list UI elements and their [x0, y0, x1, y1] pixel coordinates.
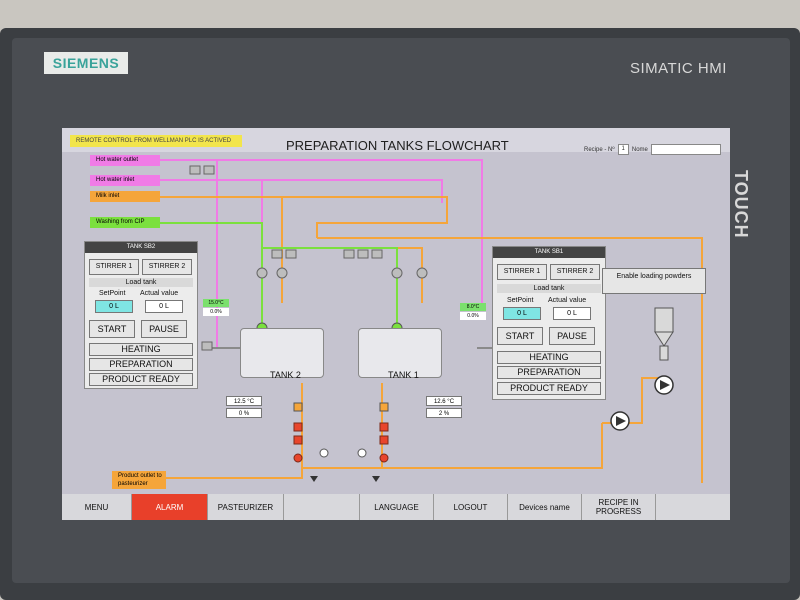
hmi-screen: REMOTE CONTROL FROM WELLMAN PLC IS ACTIV… — [62, 128, 730, 520]
valve-icon — [201, 341, 213, 351]
start-button[interactable]: START — [89, 320, 135, 338]
hopper-icon — [654, 307, 674, 333]
tank-2-label: TANK 2 — [270, 370, 301, 380]
valve-icon — [276, 267, 288, 279]
devices-name-button[interactable]: Devices name — [508, 494, 582, 520]
model-label: SIMATIC HMI — [630, 60, 727, 77]
tank-2-temperature: 12.5 °C — [226, 396, 262, 406]
red-valve-icon — [379, 435, 389, 445]
valve-icon — [371, 249, 383, 259]
valve-icon — [391, 267, 403, 279]
heating-button[interactable]: HEATING — [89, 343, 193, 356]
milk-inlet-pipe — [158, 196, 448, 238]
pump-return-pipe — [382, 423, 603, 469]
start-button[interactable]: START — [497, 327, 543, 345]
hot-water-inlet-pipe — [158, 179, 443, 203]
valve-icon — [256, 267, 268, 279]
tank-1-level: 2 % — [426, 408, 462, 418]
menu-button[interactable]: MENU — [62, 494, 132, 520]
actual-value-label: Actual value — [548, 297, 587, 304]
product-outlet-tag: Product outlet to pasteurizer — [112, 471, 166, 489]
bottom-nav: MENU ALARM PASTEURIZER LANGUAGE LOGOUT D… — [62, 494, 730, 520]
panel-title: TANK SB2 — [85, 242, 197, 253]
pump-pipe — [602, 377, 662, 424]
valve-icon — [379, 402, 389, 412]
logout-button[interactable]: LOGOUT — [434, 494, 508, 520]
stirrer2-button[interactable]: STIRRER 2 — [142, 259, 192, 275]
hot-water-inlet-tag: Hot water inlet — [90, 175, 160, 186]
sample-valve-icon — [319, 448, 329, 458]
pause-button[interactable]: PAUSE — [141, 320, 187, 338]
valve-icon — [357, 249, 369, 259]
panel-title: TANK SB1 — [493, 247, 605, 258]
heating-button[interactable]: HEATING — [497, 351, 601, 364]
tank-2-level: 0 % — [226, 408, 262, 418]
product-ready-button[interactable]: PRODUCT READY — [89, 373, 193, 386]
preparation-button[interactable]: PREPARATION — [89, 358, 193, 371]
actual-value-field: 0 L — [145, 300, 183, 313]
empty-nav-slot — [284, 494, 360, 520]
red-valve-icon — [379, 422, 389, 432]
red-valve-icon — [293, 422, 303, 432]
load-tank-label: Load tank — [497, 284, 601, 293]
left-cip-temperature: 15.0°C — [203, 299, 229, 307]
valve-icon — [293, 402, 303, 412]
sample-valve-icon — [357, 448, 367, 458]
pause-button[interactable]: PAUSE — [549, 327, 595, 345]
red-valve-icon — [293, 435, 303, 445]
hopper-cone-icon — [654, 331, 674, 347]
drain-arrow-icon — [310, 476, 318, 482]
valve-icon — [271, 249, 283, 259]
touch-label: TOUCH — [731, 170, 751, 239]
stirrer2-button[interactable]: STIRRER 2 — [550, 264, 600, 280]
hot-water-outlet-tag: Hot water outlet — [90, 155, 160, 166]
preparation-button[interactable]: PREPARATION — [497, 366, 601, 379]
hopper-outlet-icon — [659, 345, 669, 361]
valve-icon — [416, 267, 428, 279]
siemens-logo: SIEMENS — [44, 52, 128, 74]
product-ready-button[interactable]: PRODUCT READY — [497, 382, 601, 395]
tank-1-temperature: 12.6 °C — [426, 396, 462, 406]
stirrer1-button[interactable]: STIRRER 1 — [89, 259, 139, 275]
pasteurizer-button[interactable]: PASTEURIZER — [208, 494, 284, 520]
valve-icon — [203, 165, 215, 175]
tank-1-label: TANK 1 — [388, 370, 419, 380]
load-tank-label: Load tank — [89, 278, 193, 287]
actual-value-field: 0 L — [553, 307, 591, 320]
right-cip-percent: 0.0% — [460, 312, 486, 320]
milk-inlet-tag: Milk inlet — [90, 191, 160, 202]
actual-value-label: Actual value — [140, 290, 179, 297]
red-valve-icon — [293, 453, 303, 463]
recipe-in-progress-button[interactable]: RECIPE IN PROGRESS — [582, 494, 656, 520]
alarm-button[interactable]: ALARM — [132, 494, 208, 520]
washing-from-cip-tag: Washing from CIP — [90, 217, 160, 228]
valve-icon — [189, 165, 201, 175]
setpoint-input[interactable]: 0 L — [95, 300, 133, 313]
setpoint-input[interactable]: 0 L — [503, 307, 541, 320]
language-button[interactable]: LANGUAGE — [360, 494, 434, 520]
valve-icon — [285, 249, 297, 259]
valve-icon — [343, 249, 355, 259]
stirrer1-button[interactable]: STIRRER 1 — [497, 264, 547, 280]
setpoint-label: SetPoint — [99, 290, 126, 297]
tank1-outlet-pipe — [302, 383, 383, 469]
red-valve-icon — [379, 453, 389, 463]
tank-sb1-panel: TANK SB1 STIRRER 1 STIRRER 2 Load tank S… — [492, 246, 606, 400]
enable-loading-powders-button[interactable]: Enable loading powders — [602, 268, 706, 294]
drain-arrow-icon — [372, 476, 380, 482]
right-cip-temperature: 8.0°C — [460, 303, 486, 311]
left-cip-percent: 0.0% — [203, 308, 229, 316]
tank-sb2-panel: TANK SB2 STIRRER 1 STIRRER 2 Load tank S… — [84, 241, 198, 389]
setpoint-label: SetPoint — [507, 297, 534, 304]
